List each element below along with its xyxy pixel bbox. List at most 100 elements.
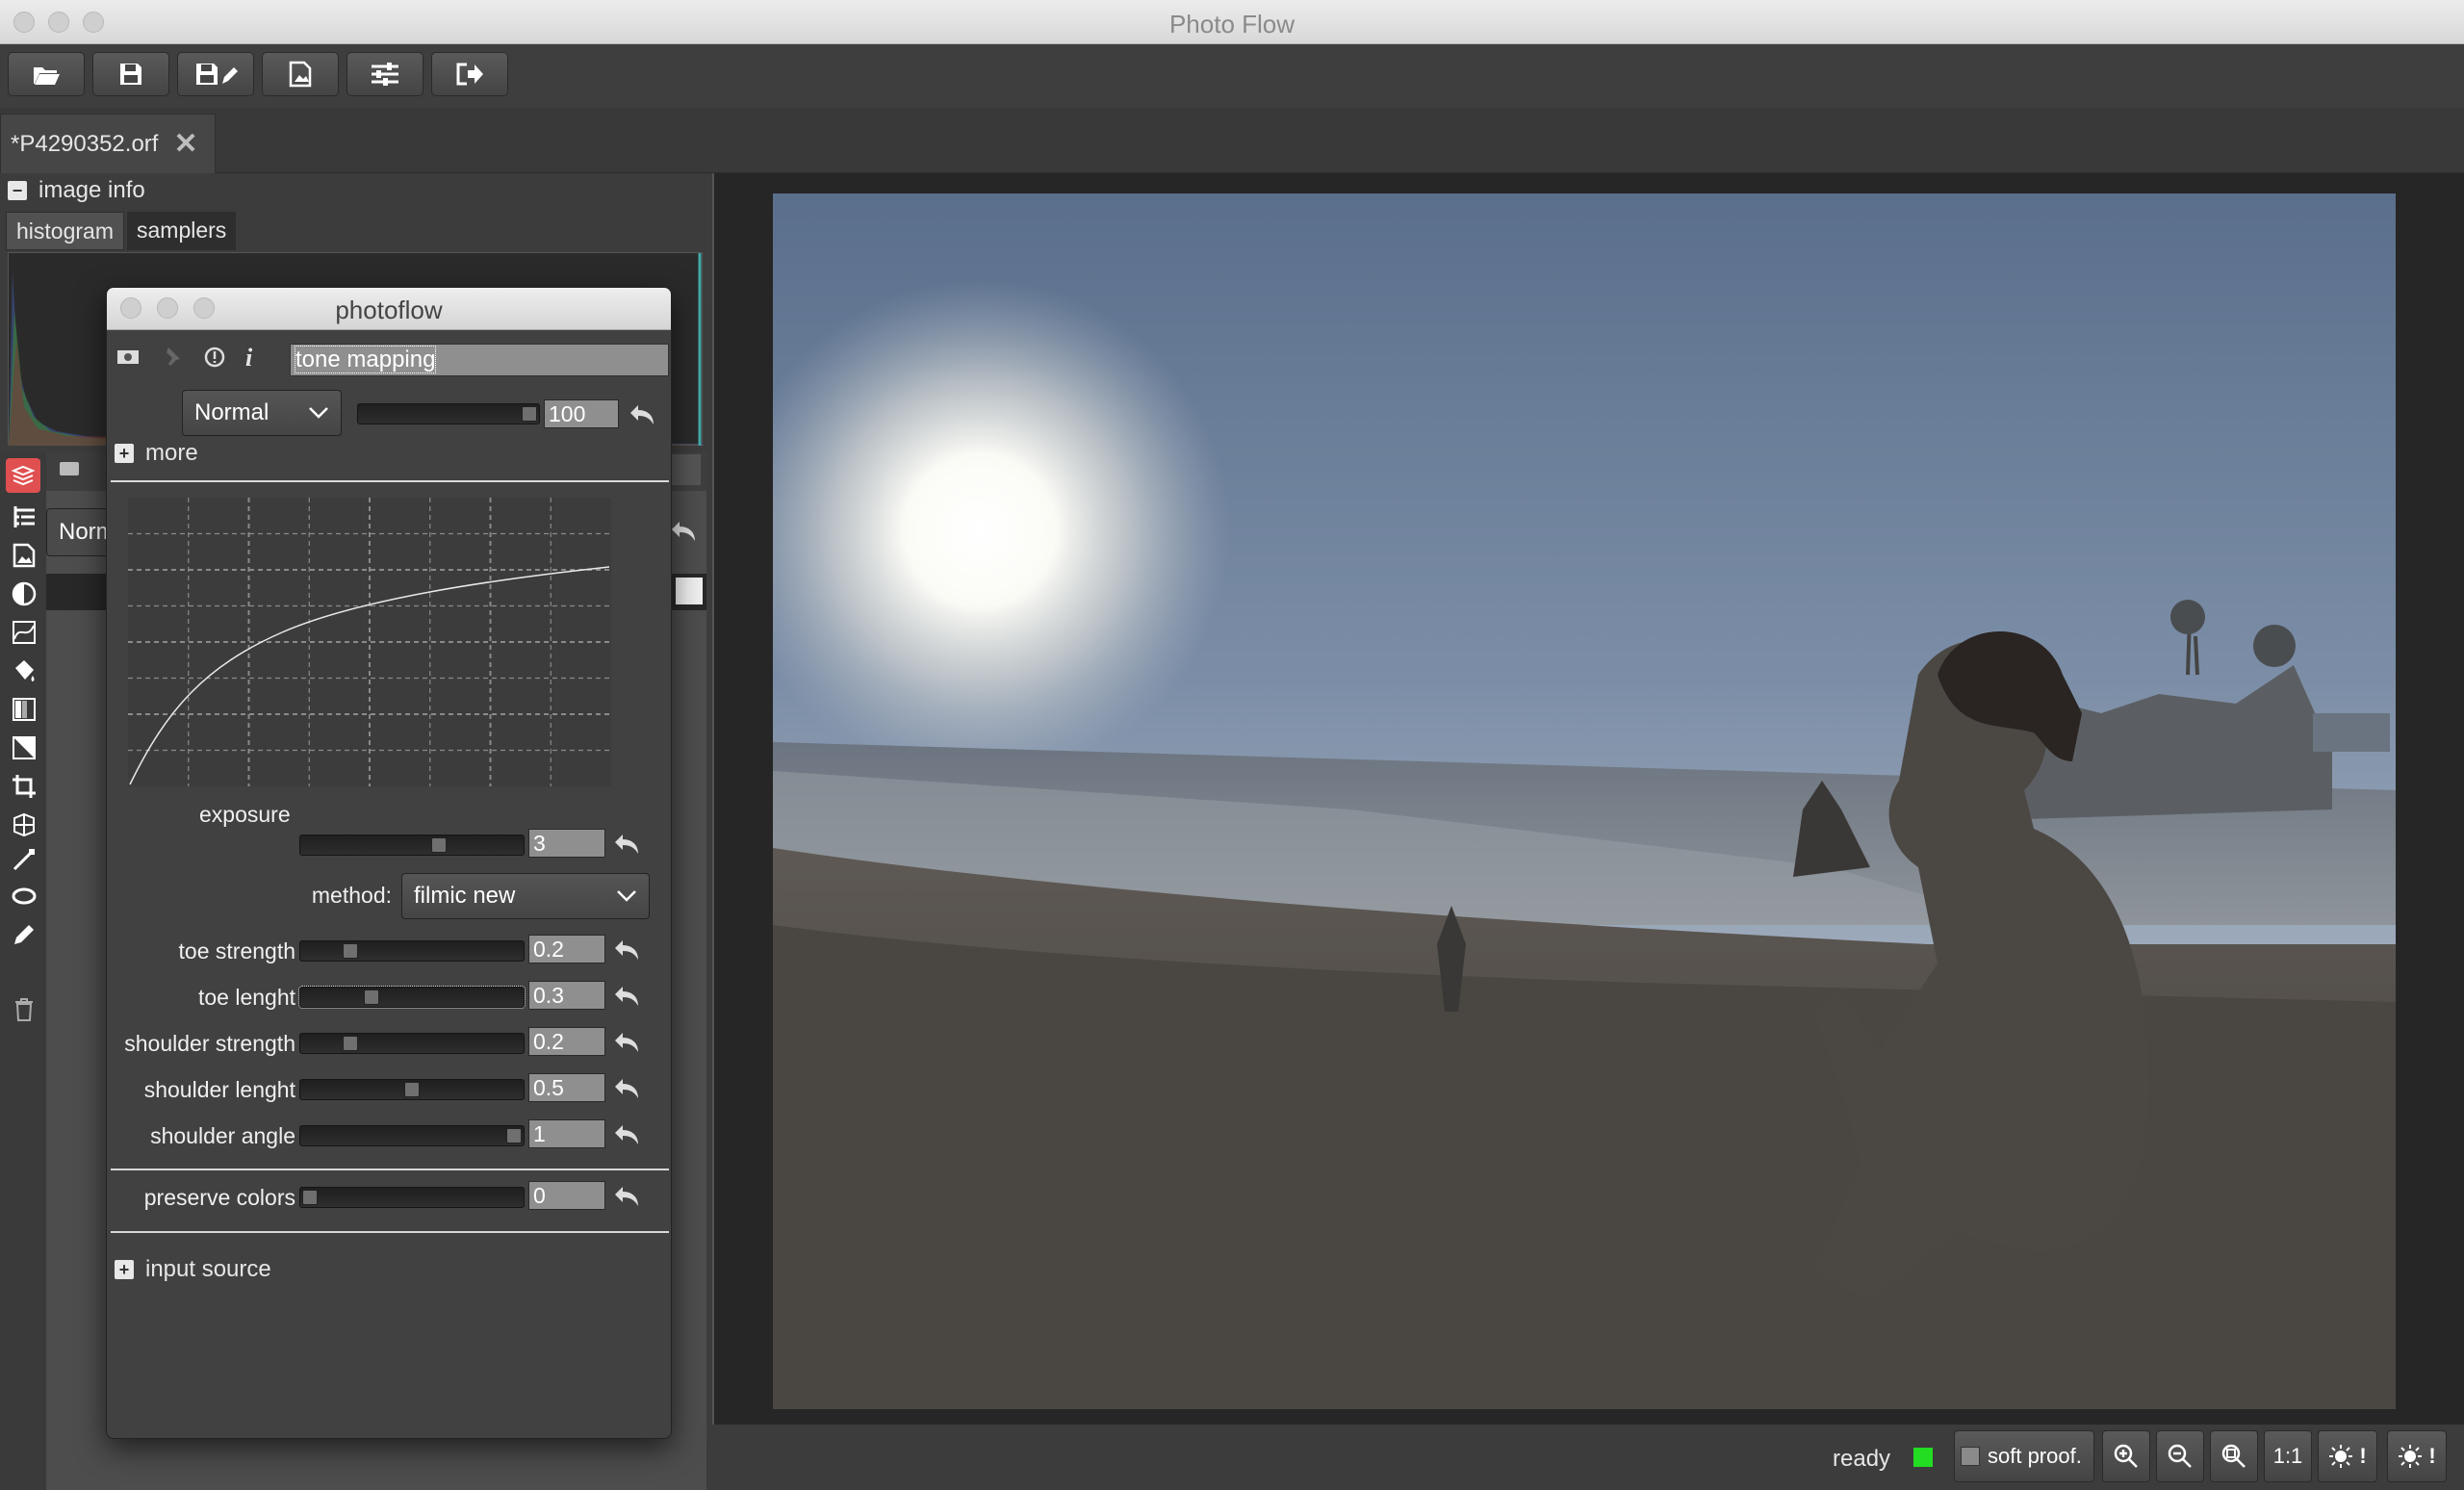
soft-proof-checkbox[interactable] [1961,1447,1980,1466]
soft-proof-label: soft proof. [1988,1444,2082,1468]
save-as-icon [196,64,238,85]
collapse-icon: − [8,181,27,200]
image-info-header[interactable]: − image info [8,177,145,204]
more-expander[interactable]: + more [115,440,198,467]
save-button[interactable] [92,52,169,96]
curves-tool[interactable] [10,618,38,647]
layer-reset-icon[interactable] [670,520,697,548]
ellipse-tool[interactable] [10,882,38,911]
draw-line-tool[interactable] [10,845,38,874]
dialog-pin-button[interactable] [161,346,182,373]
visibility-icon[interactable] [60,462,79,475]
param-slider-handle[interactable] [363,989,379,1005]
input-source-expander[interactable]: + input source [115,1256,271,1283]
preserve-colors-input[interactable]: 0 [528,1181,605,1210]
highlights-warning-mark: ! [2428,1444,2436,1468]
trash-icon [15,998,33,1021]
opacity-reset-button[interactable] [629,403,655,426]
gradient-tool[interactable] [10,695,38,724]
shadows-warning-mark: ! [2359,1444,2367,1468]
crop-tool[interactable] [10,772,38,801]
group-tool[interactable] [10,502,38,531]
opacity-slider-handle[interactable] [522,406,537,422]
param-slider-handle[interactable] [506,1128,522,1143]
image-tool[interactable] [10,541,38,570]
info-icon[interactable]: i [245,344,252,372]
save-icon [120,64,141,85]
export-button[interactable] [262,52,339,96]
zoom-fit-icon [2221,1444,2246,1468]
param-label: shoulder angle [150,1123,295,1148]
param-input[interactable]: 1 [528,1119,605,1148]
group-layers-icon [13,506,35,527]
param-input[interactable]: 0.2 [528,1027,605,1056]
exit-button[interactable] [431,52,508,96]
undo-arrow-icon [615,1033,638,1052]
color-tool[interactable] [10,579,38,608]
blend-mode-combo[interactable]: Normal [182,390,342,436]
eye-box-icon [117,350,139,364]
dialog-visibility-button[interactable] [116,347,140,372]
param-slider[interactable] [299,1079,525,1100]
save-as-button[interactable] [177,52,254,96]
mask-tool[interactable] [10,733,38,762]
zoom-100-button[interactable]: 1:1 [2264,1430,2312,1482]
method-label: method: [311,883,392,908]
opacity-input[interactable]: 100 [544,399,619,428]
zoom-fit-button[interactable] [2210,1430,2258,1482]
brush-tool[interactable] [10,920,38,949]
param-reset-button[interactable] [613,1123,640,1146]
file-tab-label: *P4290352.orf [11,130,159,157]
param-input[interactable]: 0.2 [528,935,605,963]
exposure-slider-handle[interactable] [431,837,447,853]
layers-tool[interactable] [6,458,40,493]
soft-proof-toggle[interactable]: soft proof. [1954,1430,2094,1482]
highlights-warning-button[interactable]: ! [2387,1430,2447,1482]
opacity-slider[interactable] [357,403,540,424]
paint-tool[interactable] [10,656,38,685]
param-input[interactable]: 0.3 [528,981,605,1010]
param-slider-handle[interactable] [343,1036,359,1051]
param-label: toe lenght [197,985,295,1010]
preserve-colors-handle[interactable] [302,1190,318,1205]
zoom-out-button[interactable] [2156,1430,2204,1482]
shadows-warning-button[interactable]: ! [2318,1430,2377,1482]
separator [111,1231,669,1233]
tab-histogram[interactable]: histogram [6,212,124,250]
method-combo[interactable]: filmic new [401,873,650,919]
param-slider[interactable] [299,1125,525,1146]
exposure-reset-button[interactable] [613,833,640,856]
param-slider[interactable] [299,940,525,962]
zoom-in-button[interactable] [2102,1430,2150,1482]
tab-samplers[interactable]: samplers [127,212,237,250]
param-slider[interactable] [299,1033,525,1054]
param-label: toe strength [178,938,295,963]
exposure-slider[interactable] [299,835,525,856]
curves-icon [13,621,36,644]
param-slider-handle[interactable] [343,943,359,959]
file-tab[interactable]: *P4290352.orf ✕ [0,114,216,173]
delete-layer-tool[interactable] [10,995,38,1024]
preserve-colors-reset-button[interactable] [613,1185,640,1208]
open-button[interactable] [8,52,85,96]
preferences-button[interactable] [346,52,424,96]
param-reset-button[interactable] [613,938,640,962]
transform-tool[interactable] [10,810,38,839]
preserve-colors-slider[interactable] [299,1187,525,1208]
layer-name-field[interactable]: tone mapping [290,344,669,376]
param-slider-handle[interactable] [404,1082,420,1097]
undo-arrow-icon [615,835,638,854]
method-value: filmic new [414,883,516,909]
chevron-down-icon [616,874,637,918]
exposure-input[interactable]: 3 [528,829,605,858]
param-reset-button[interactable] [613,1031,640,1054]
layer-checkbox[interactable] [676,578,703,604]
param-input[interactable]: 0.5 [528,1073,605,1102]
dialog-warning-button[interactable] [203,346,226,373]
param-reset-button[interactable] [613,1077,640,1100]
param-reset-button[interactable] [613,985,640,1008]
zoom-in-icon [2114,1444,2138,1468]
close-tab-icon[interactable]: ✕ [173,127,197,161]
separator [111,1169,669,1170]
param-slider[interactable] [298,986,526,1009]
